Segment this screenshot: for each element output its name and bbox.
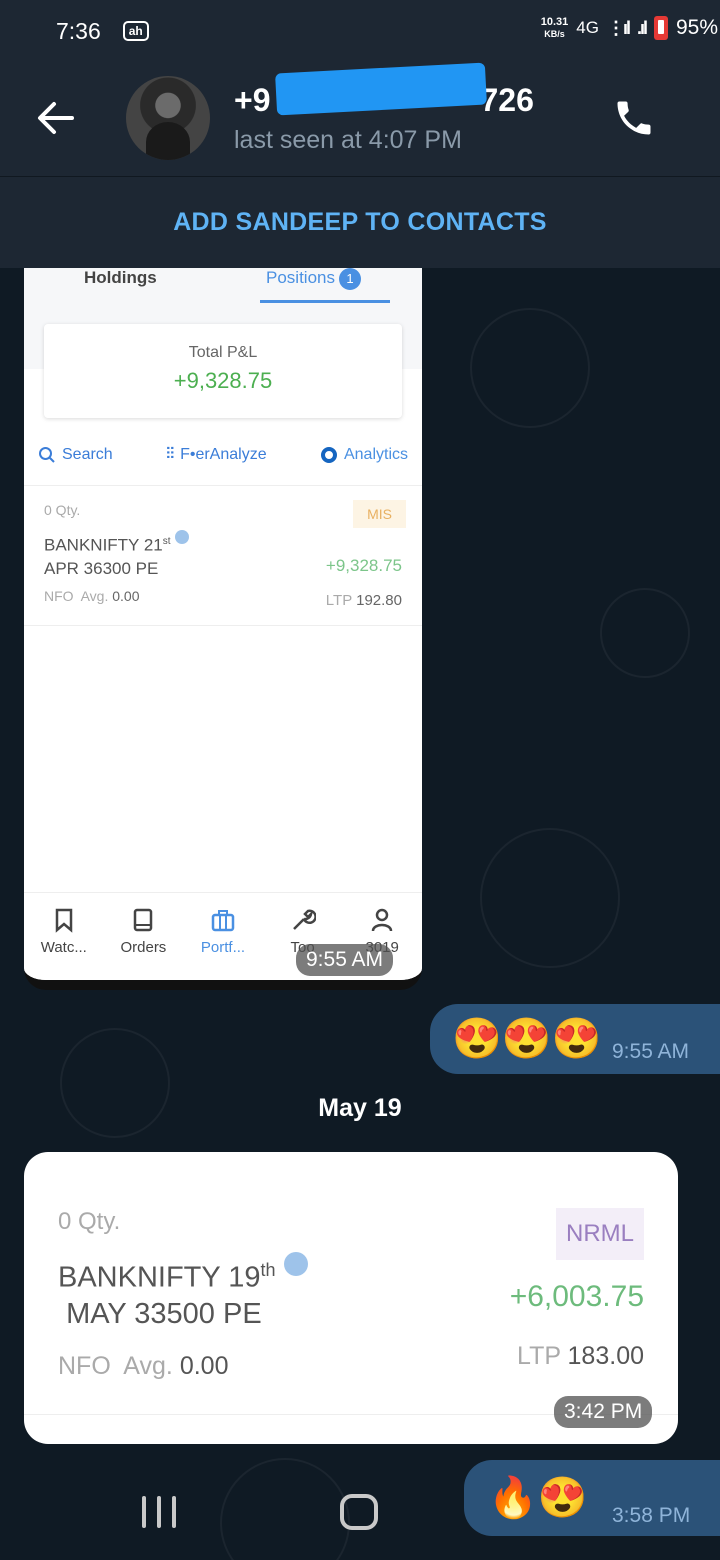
message-timestamp: 3:42 PM [554, 1396, 653, 1428]
tab-positions-label: Positions [266, 268, 335, 287]
tool-search-label: Search [62, 445, 113, 463]
nav-watchlist-label: Watc... [40, 939, 87, 956]
total-pl-label: Total P&L [188, 344, 258, 361]
book-icon [134, 908, 153, 932]
notification-icon: ah [122, 21, 149, 41]
analytics-icon [320, 446, 337, 463]
total-pl-card: Total P&L +9,328.75 [44, 324, 402, 418]
sliders-icon: ⫶⫶ [166, 445, 175, 463]
signal-icon-2: .ıl [636, 17, 648, 38]
weekly-badge-icon [283, 1252, 308, 1276]
chat-header: +9 726 last seen at 4:07 PM [0, 62, 720, 176]
ltp-label: LTP [517, 1342, 561, 1370]
instrument-line2: APR 36300 PE [44, 558, 159, 578]
tool-analyze-label: F•erAnalyze [180, 445, 267, 463]
positions-count-badge: 1 [338, 268, 361, 290]
position-ltp: LTP 183.00 [517, 1342, 644, 1371]
position-ltp: LTP 192.80 [326, 592, 402, 609]
tool-analytics-label: Analytics [343, 445, 408, 463]
position-pnl: +9,328.75 [325, 556, 402, 575]
signal-icon: ⋮ıl [606, 17, 631, 38]
wallpaper-doodle [480, 828, 620, 968]
wallpaper-doodle [600, 588, 690, 678]
instrument-line1: BANKNIFTY 21 [44, 535, 163, 555]
position-meta: NFO Avg. 0.00 [44, 588, 139, 604]
contact-phone-suffix: 726 [480, 82, 534, 118]
avg-value: 0.00 [112, 588, 140, 604]
position-qty: 0 Qty. [44, 502, 81, 518]
last-seen-status: last seen at 4:07 PM [234, 126, 462, 154]
tool-analyze: ⫶⫶ F•erAnalyze [166, 446, 267, 464]
home-button-icon[interactable] [340, 1494, 378, 1530]
nav-watchlist: Watc... [29, 907, 99, 980]
status-bar: 7:36 ah 10.31 KB/s 4G ⋮ıl .ıl 95% [0, 0, 720, 62]
weekly-badge-icon [174, 530, 189, 544]
ltp-label: LTP [325, 592, 352, 609]
user-icon [371, 908, 393, 932]
position-meta: NFO Avg. 0.00 [58, 1352, 229, 1381]
pl-section: Total P&L +9,328.75 [24, 324, 422, 424]
tool-search: Search [38, 446, 113, 464]
net-speed-value: 10.31 [540, 16, 569, 28]
battery-icon [653, 16, 668, 40]
ltp-value: 183.00 [567, 1342, 644, 1370]
nav-orders: Orders [108, 907, 178, 980]
phone-call-icon[interactable] [612, 96, 656, 140]
product-type-badge: NRML [555, 1208, 644, 1260]
position-exchange: NFO [44, 588, 74, 604]
position-instrument: BANKNIFTY 19th MAY 33500 PE [58, 1252, 308, 1332]
net-speed: 10.31 KB/s [541, 16, 569, 40]
system-nav-bar [0, 1474, 720, 1560]
contact-phone-prefix: +9 [234, 82, 271, 118]
chat-area[interactable]: Holdings Positions 1 Total P&L +9,328.75 … [0, 268, 720, 1560]
instrument-sup: st [162, 536, 171, 547]
heart-eyes-emoji: 😍😍😍 [452, 1017, 602, 1061]
positions-toolbar: Search ⫶⫶ F•erAnalyze Analytics [24, 424, 422, 486]
tool-analytics: Analytics [320, 446, 408, 464]
nav-portfolio: Portf... [188, 907, 258, 980]
back-arrow-icon[interactable] [36, 98, 76, 138]
nav-portfolio-label: Portf... [200, 939, 246, 956]
battery-level: 95% [675, 16, 718, 39]
date-divider: May 19 [318, 1094, 402, 1122]
status-time: 7:36 [56, 17, 101, 44]
nav-orders-label: Orders [120, 939, 167, 956]
image-message-position-card[interactable]: 0 Qty. BANKNIFTY 19th MAY 33500 PE NFO A… [24, 1152, 678, 1444]
contact-avatar[interactable] [126, 76, 210, 160]
add-to-contacts-button[interactable]: ADD SANDEEP TO CONTACTS [173, 208, 547, 237]
tab-positions: Positions 1 [266, 268, 361, 290]
status-indicators: 10.31 KB/s 4G ⋮ıl .ıl 95% [541, 16, 718, 40]
product-type-badge: MIS [353, 500, 406, 528]
message-timestamp: 9:55 AM [296, 944, 394, 976]
search-icon [39, 446, 55, 463]
outgoing-message-emojis[interactable]: 😍😍😍 9:55 AM [430, 1004, 720, 1074]
instrument-line2: MAY 33500 PE [66, 1297, 262, 1330]
position-qty: 0 Qty. [58, 1208, 121, 1235]
position-instrument: BANKNIFTY 21st APR 36300 PE [44, 530, 189, 580]
app-tabs: Holdings Positions 1 [24, 268, 422, 324]
position-row: 0 Qty. BANKNIFTY 21st APR 36300 PE NFO A… [24, 486, 422, 626]
image-message-positions[interactable]: Holdings Positions 1 Total P&L +9,328.75 … [24, 268, 422, 990]
ltp-value: 192.80 [356, 592, 402, 609]
message-time: 9:55 AM [612, 1040, 690, 1063]
instrument-line1: BANKNIFTY 19 [58, 1261, 261, 1294]
active-tab-indicator [260, 300, 390, 303]
recent-apps-icon[interactable] [142, 1496, 176, 1528]
avg-value: 0.00 [179, 1352, 229, 1380]
network-type: 4G [576, 18, 599, 37]
avg-label: Avg. [80, 588, 109, 604]
add-to-contacts-bar[interactable]: ADD SANDEEP TO CONTACTS [0, 176, 720, 268]
instrument-sup: th [260, 1260, 276, 1280]
net-speed-unit: KB/s [544, 29, 565, 39]
position-pnl: +6,003.75 [509, 1280, 644, 1313]
total-pl-value: +9,328.75 [173, 368, 273, 393]
briefcase-icon [211, 910, 235, 932]
wallpaper-doodle [470, 308, 590, 428]
position-exchange: NFO [58, 1352, 111, 1380]
tab-holdings: Holdings [84, 268, 157, 287]
wrench-icon [292, 909, 316, 930]
bookmark-icon [55, 908, 73, 933]
avg-label: Avg. [123, 1352, 173, 1380]
